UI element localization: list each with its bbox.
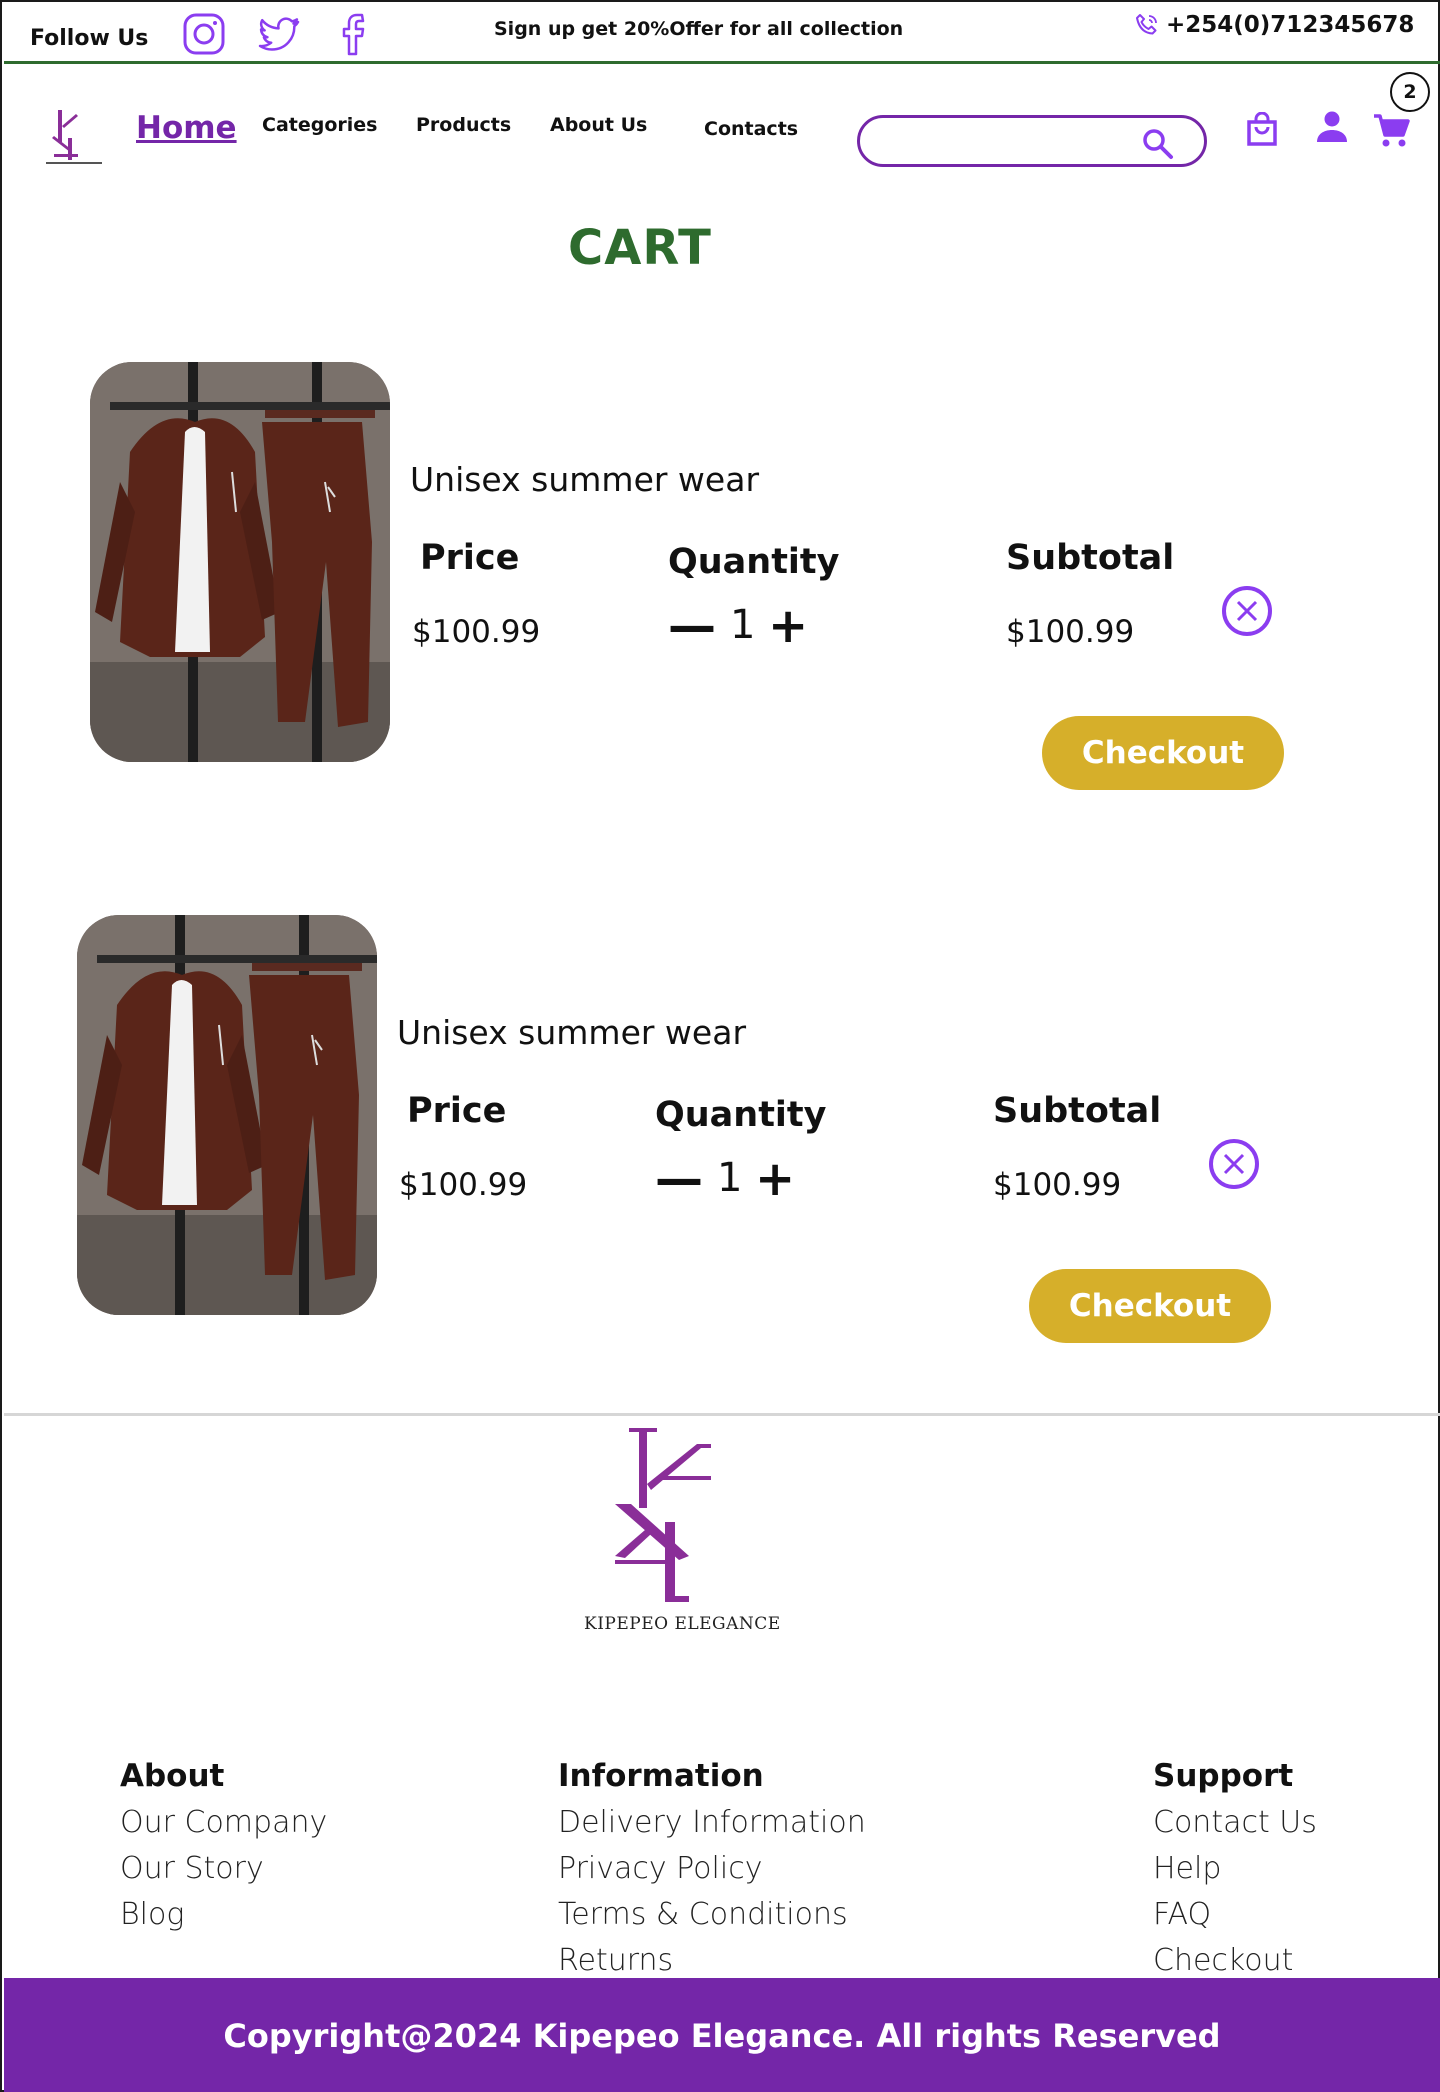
top-bar: Follow Us Sign up get 20%Offer for all c…: [4, 4, 1440, 64]
quantity-decrease-button[interactable]: —: [668, 602, 716, 650]
footer-link[interactable]: Contact Us: [1153, 1800, 1317, 1846]
subtotal-value: $100.99: [1006, 614, 1135, 650]
nav-about[interactable]: About Us: [550, 114, 647, 136]
nav-categories[interactable]: Categories: [262, 114, 377, 136]
nav-home[interactable]: Home: [136, 110, 237, 146]
footer-column-support: Support Contact Us Help FAQ Checkout: [1153, 1758, 1317, 1984]
page-frame: Follow Us Sign up get 20%Offer for all c…: [0, 0, 1440, 2092]
footer-link[interactable]: Delivery Information: [558, 1800, 866, 1846]
subtotal-label: Subtotal: [1006, 538, 1175, 578]
page-title: CART: [568, 220, 712, 276]
quantity-increase-button[interactable]: +: [768, 602, 808, 650]
product-name: Unisex summer wear: [397, 1013, 747, 1052]
brand-logo[interactable]: [42, 102, 106, 168]
footer-link[interactable]: Blog: [120, 1892, 327, 1938]
product-name: Unisex summer wear: [410, 460, 760, 499]
quantity-label: Quantity: [655, 1095, 827, 1135]
follow-us-label: Follow Us: [30, 26, 149, 51]
footer-heading: Support: [1153, 1758, 1294, 1794]
facebook-icon[interactable]: [334, 12, 378, 56]
footer-heading: Information: [558, 1758, 764, 1794]
user-icon[interactable]: [1316, 110, 1348, 144]
search-icon[interactable]: [1140, 126, 1174, 160]
checkout-button[interactable]: Checkout: [1042, 716, 1284, 790]
subtotal-value: $100.99: [993, 1167, 1122, 1203]
search-input[interactable]: [857, 115, 1207, 167]
cart-count-badge: 2: [1390, 72, 1430, 112]
footer-link[interactable]: Our Company: [120, 1800, 327, 1846]
price-label: Price: [420, 538, 520, 578]
quantity-value: 1: [717, 1155, 743, 1201]
cart-item: Unisex summer wear Price $100.99 Quantit…: [77, 915, 1317, 1343]
footer-column-about: About Our Company Our Story Blog: [120, 1758, 327, 1938]
phone-icon: [1136, 14, 1157, 35]
twitter-icon[interactable]: [258, 12, 302, 56]
remove-item-icon[interactable]: [1207, 1137, 1261, 1191]
instagram-icon[interactable]: [182, 12, 226, 56]
price-label: Price: [407, 1091, 507, 1131]
product-image: [77, 915, 377, 1315]
footer-divider: [4, 1413, 1440, 1416]
footer-link[interactable]: Help: [1153, 1846, 1317, 1892]
shopping-bag-icon[interactable]: [1246, 112, 1278, 146]
subtotal-label: Subtotal: [993, 1091, 1162, 1131]
price-value: $100.99: [399, 1167, 528, 1203]
cart-icon[interactable]: [1372, 112, 1410, 150]
promo-text: Sign up get 20%Offer for all collection: [494, 18, 904, 40]
footer-column-information: Information Delivery Information Privacy…: [558, 1758, 866, 1984]
footer-heading: About: [120, 1758, 225, 1794]
footer-link[interactable]: Terms & Conditions: [558, 1892, 866, 1938]
footer-link[interactable]: Our Story: [120, 1846, 327, 1892]
nav-contacts[interactable]: Contacts: [704, 118, 798, 140]
copyright-bar: Copyright@2024 Kipepeo Elegance. All rig…: [4, 1978, 1440, 2092]
product-image: [90, 362, 390, 762]
price-value: $100.99: [412, 614, 541, 650]
footer-link[interactable]: FAQ: [1153, 1892, 1317, 1938]
quantity-decrease-button[interactable]: —: [655, 1155, 703, 1203]
quantity-label: Quantity: [668, 542, 840, 582]
nav-products[interactable]: Products: [416, 114, 511, 136]
phone-contact[interactable]: +254(0)712345678: [1134, 12, 1414, 38]
remove-item-icon[interactable]: [1220, 584, 1274, 638]
quantity-value: 1: [730, 602, 756, 648]
footer-brand-name: KIPEPEO ELEGANCE: [584, 1614, 781, 1634]
phone-number: +254(0)712345678: [1166, 12, 1415, 38]
checkout-button[interactable]: Checkout: [1029, 1269, 1271, 1343]
quantity-increase-button[interactable]: +: [755, 1155, 795, 1203]
footer-link[interactable]: Privacy Policy: [558, 1846, 866, 1892]
cart-item: Unisex summer wear Price $100.99 Quantit…: [90, 362, 1330, 790]
footer-logo: [615, 1428, 711, 1602]
